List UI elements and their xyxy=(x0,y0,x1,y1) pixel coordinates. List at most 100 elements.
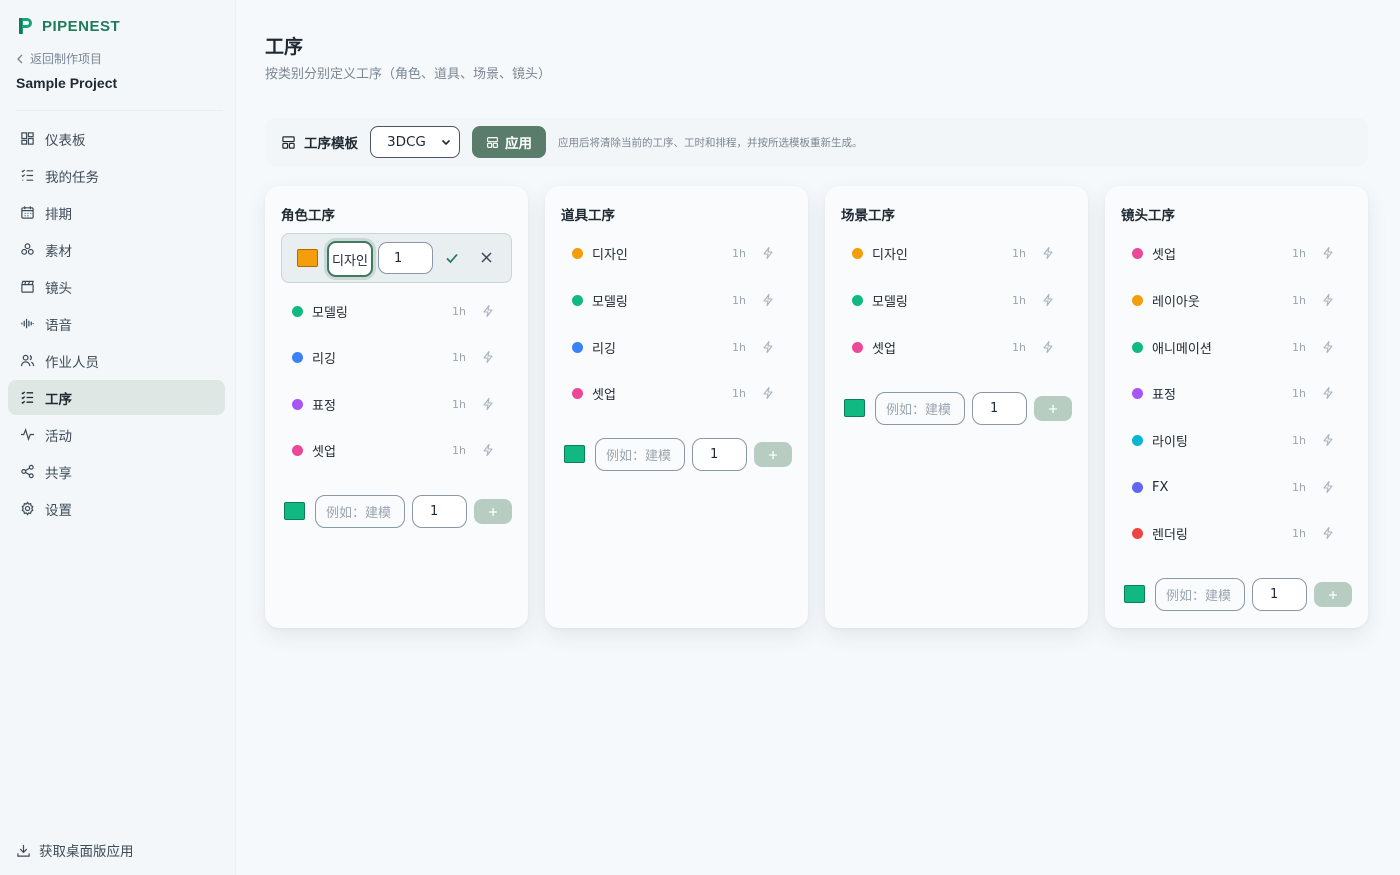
step-name: 셋업 xyxy=(872,341,896,357)
new-step-color-picker[interactable] xyxy=(844,399,865,417)
bolt-icon[interactable] xyxy=(1041,246,1055,260)
step-column-prop: 道具工序 디자인 1h 모델링 1h 리깅 1h 셋업 1h 例如：建模 1 xyxy=(545,186,808,628)
bolt-icon[interactable] xyxy=(1321,480,1335,494)
step-row[interactable]: 라이팅 1h xyxy=(1121,422,1351,458)
bolt-icon[interactable] xyxy=(1321,340,1335,354)
bolt-icon[interactable] xyxy=(481,397,495,411)
bolt-icon[interactable] xyxy=(1321,433,1335,447)
step-name: 라이팅 xyxy=(1152,434,1188,450)
add-step-button[interactable] xyxy=(754,442,792,467)
step-name: 레이아웃 xyxy=(1152,294,1200,310)
bolt-icon[interactable] xyxy=(481,350,495,364)
sidebar-item-shots[interactable]: 镜头 xyxy=(8,269,225,304)
step-row[interactable]: 모델링 1h xyxy=(281,293,511,329)
sidebar-item-dashboard[interactable]: 仪表板 xyxy=(8,121,225,156)
step-row[interactable]: 셋업 1h xyxy=(561,375,791,411)
check-icon[interactable] xyxy=(445,251,459,265)
back-link-label: 返回制作项目 xyxy=(30,52,103,66)
step-hours-input[interactable]: 1 xyxy=(378,242,433,274)
step-color-picker[interactable] xyxy=(297,249,318,267)
step-row[interactable]: 셋업 1h xyxy=(281,432,511,468)
step-name: 표정 xyxy=(312,398,336,414)
bolt-icon[interactable] xyxy=(761,340,775,354)
bolt-icon[interactable] xyxy=(1321,246,1335,260)
step-row[interactable]: 모델링 1h xyxy=(561,282,791,318)
bolt-icon[interactable] xyxy=(1321,293,1335,307)
app-logo[interactable]: PIPENEST xyxy=(16,16,120,36)
add-step-row: 例如：建模 1 xyxy=(564,438,794,472)
desktop-app-label: 获取桌面版应用 xyxy=(39,844,134,860)
step-row[interactable]: 모델링 1h xyxy=(841,282,1071,318)
new-step-hours-input[interactable]: 1 xyxy=(692,438,747,471)
bolt-icon[interactable] xyxy=(481,304,495,318)
bolt-icon[interactable] xyxy=(1041,340,1055,354)
step-hours: 1h xyxy=(1012,340,1026,354)
step-name: 셋업 xyxy=(312,444,336,460)
step-hours: 1h xyxy=(1292,340,1306,354)
step-color-dot xyxy=(572,247,583,259)
sidebar-item-schedule[interactable]: 排期 xyxy=(8,195,225,230)
add-step-button[interactable] xyxy=(1034,396,1072,421)
new-step-color-picker[interactable] xyxy=(284,502,305,520)
apply-template-button[interactable]: 应用 xyxy=(472,126,546,158)
column-title: 道具工序 xyxy=(561,208,615,224)
step-row[interactable]: 애니메이션 1h xyxy=(1121,329,1351,365)
new-step-name-input[interactable]: 例如：建模 xyxy=(1155,578,1245,611)
step-row[interactable]: FX 1h xyxy=(1121,469,1351,505)
sidebar-item-staff[interactable]: 作业人员 xyxy=(8,343,225,378)
audio-wave-icon xyxy=(21,318,34,329)
new-step-color-picker[interactable] xyxy=(1124,585,1145,603)
get-desktop-app-link[interactable]: 获取桌面版应用 xyxy=(16,840,134,860)
step-name: FX xyxy=(1152,479,1169,495)
step-row[interactable]: 셋업 1h xyxy=(1121,235,1351,271)
add-step-button[interactable] xyxy=(1314,582,1352,607)
step-row[interactable]: 리깅 1h xyxy=(281,339,511,375)
step-hours: 1h xyxy=(1012,246,1026,260)
step-row[interactable]: 표정 1h xyxy=(281,386,511,422)
back-to-projects-link[interactable]: 返回制作项目 xyxy=(16,50,102,67)
step-row[interactable]: 레이아웃 1h xyxy=(1121,282,1351,318)
step-name-input[interactable]: 디자인 xyxy=(327,241,373,277)
sidebar: PIPENEST 返回制作项目 Sample Project 仪表板 我的任务 … xyxy=(0,0,236,875)
step-color-dot xyxy=(292,351,303,363)
step-row[interactable]: 디자인 1h xyxy=(841,235,1071,271)
bolt-icon[interactable] xyxy=(761,293,775,307)
new-step-name-input[interactable]: 例如：建模 xyxy=(595,438,685,471)
task-list-icon xyxy=(21,169,34,181)
new-step-name-input[interactable]: 例如：建模 xyxy=(875,392,965,425)
bolt-icon[interactable] xyxy=(761,386,775,400)
template-select[interactable]: 3DCG xyxy=(370,126,460,158)
sidebar-item-label: 设置 xyxy=(45,502,72,519)
step-row[interactable]: 표정 1h xyxy=(1121,375,1351,411)
sidebar-item-share[interactable]: 共享 xyxy=(8,454,225,489)
column-title: 场景工序 xyxy=(841,208,895,224)
step-row[interactable]: 리깅 1h xyxy=(561,329,791,365)
sidebar-item-settings[interactable]: 设置 xyxy=(8,491,225,526)
sidebar-item-voice[interactable]: 语音 xyxy=(8,306,225,341)
sidebar-item-pipeline-steps[interactable]: 工序 xyxy=(8,380,225,415)
step-hours: 1h xyxy=(1292,293,1306,307)
step-row[interactable]: 렌더링 1h xyxy=(1121,515,1351,551)
bolt-icon[interactable] xyxy=(481,443,495,457)
new-step-hours-input[interactable]: 1 xyxy=(972,392,1027,425)
sidebar-item-activity[interactable]: 活动 xyxy=(8,417,225,452)
sidebar-item-my-tasks[interactable]: 我的任务 xyxy=(8,158,225,193)
sidebar-item-assets[interactable]: 素材 xyxy=(8,232,225,267)
close-icon[interactable] xyxy=(480,251,493,264)
bolt-icon[interactable] xyxy=(1321,386,1335,400)
bolt-icon[interactable] xyxy=(761,246,775,260)
add-step-row: 例如：建模 1 xyxy=(284,495,514,529)
step-hours: 1h xyxy=(452,304,466,318)
new-step-hours-input[interactable]: 1 xyxy=(1252,578,1307,611)
new-step-name-input[interactable]: 例如：建模 xyxy=(315,495,405,528)
new-step-hours-input[interactable]: 1 xyxy=(412,495,467,528)
step-row[interactable]: 디자인 1h xyxy=(561,235,791,271)
new-step-color-picker[interactable] xyxy=(564,445,585,463)
add-step-button[interactable] xyxy=(474,499,512,524)
step-color-dot xyxy=(572,341,583,353)
bolt-icon[interactable] xyxy=(1041,293,1055,307)
bolt-icon[interactable] xyxy=(1321,526,1335,540)
step-row[interactable]: 셋업 1h xyxy=(841,329,1071,365)
step-hours: 1h xyxy=(1292,433,1306,447)
step-color-dot xyxy=(1132,481,1143,493)
